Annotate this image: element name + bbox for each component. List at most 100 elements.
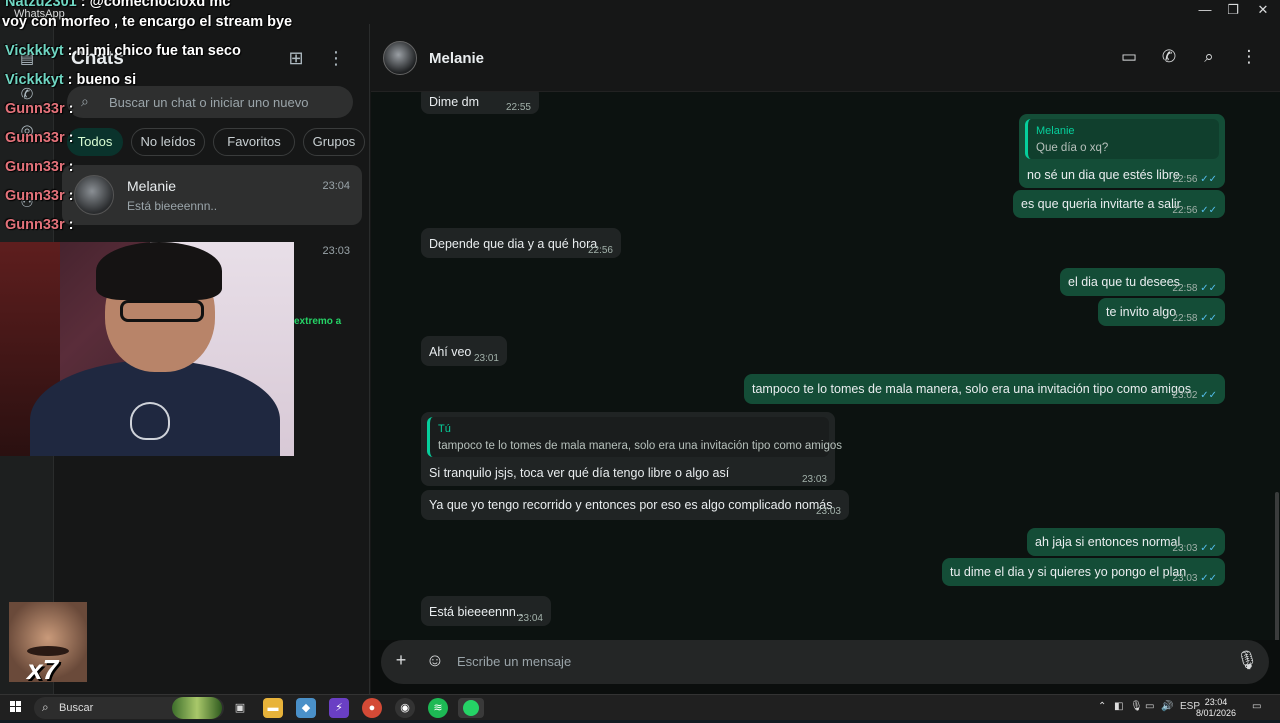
close-window-button[interactable]: ✕ [1246, 2, 1280, 18]
read-receipt-icon: ✓✓ [1197, 313, 1217, 324]
tray-mic-icon[interactable]: 🎙 [1130, 701, 1143, 712]
filter-favorites[interactable]: Favoritos [213, 128, 295, 156]
message-time: 23:01 [473, 353, 499, 364]
filter-all[interactable]: Todos [67, 128, 123, 156]
status-nav-icon[interactable]: ◎ [18, 122, 36, 140]
spotify-icon[interactable]: ≋ [428, 698, 448, 718]
taskbar-search[interactable]: ⌕ Buscar [34, 697, 224, 719]
chat-preview: Está bieeeennn.. [127, 199, 218, 213]
microphone-icon[interactable]: 🎙 [1235, 650, 1259, 671]
windows-taskbar: ⌕ Buscar ▣ ▬ ◆ ⚡ ● ◉ ≋ ⌃ ◧ 🎙 ▭ 🔊 ESP 23:… [0, 694, 1280, 720]
filter-unread[interactable]: No leídos [131, 128, 205, 156]
partial-preview-text: extremo a [294, 316, 342, 327]
read-receipt-icon: ✓✓ [1197, 573, 1217, 584]
chat-search-input[interactable]: ⌕ Buscar un chat o iniciar uno nuevo [67, 86, 353, 118]
message-bubble[interactable]: el dia que tu desees 22:58 ✓✓ [1060, 268, 1225, 296]
message-bubble[interactable]: Ahí veo 23:01 [421, 336, 507, 366]
message-bubble[interactable]: ah jaja si entonces normal 23:03 ✓✓ [1027, 528, 1225, 556]
avatar [74, 175, 114, 215]
read-receipt-icon: ✓✓ [1197, 543, 1217, 554]
tray-app-icon[interactable]: ◧ [1114, 701, 1123, 712]
message-bubble[interactable]: tu dime el dia y si quieres yo pongo el … [942, 558, 1225, 586]
shirt-logo [130, 402, 170, 440]
message-time: 23:02 ✓✓ [1172, 390, 1217, 401]
search-placeholder: Buscar un chat o iniciar uno nuevo [109, 95, 309, 110]
message-text: el dia que tu desees [1068, 275, 1180, 289]
streamer-webcam [0, 242, 294, 456]
read-receipt-icon: ✓✓ [1197, 174, 1217, 185]
clock-date: 8/01/2026 [1196, 708, 1237, 718]
video-call-icon[interactable]: ▭ [1117, 47, 1141, 69]
calls-nav-icon[interactable]: ✆ [18, 86, 36, 104]
quoted-author: Melanie [1036, 125, 1075, 137]
message-bubble[interactable]: te invito algo 22:58 ✓✓ [1098, 298, 1225, 326]
quoted-message[interactable]: Tú tampoco te lo tomes de mala manera, s… [427, 417, 842, 457]
search-icon[interactable]: ⌕ [1197, 47, 1221, 69]
voice-call-icon[interactable]: ✆ [1157, 47, 1181, 69]
app-icon[interactable]: ⚡ [329, 698, 349, 718]
search-highlight-image [172, 697, 222, 719]
windows-start-icon[interactable] [10, 701, 22, 713]
message-time: 23:04 [517, 613, 543, 624]
tray-volume-icon[interactable]: 🔊 [1161, 701, 1173, 712]
message-bubble[interactable]: tampoco te lo tomes de mala manera, solo… [744, 374, 1225, 404]
read-receipt-icon: ✓✓ [1197, 390, 1217, 401]
more-vert-icon[interactable]: ⋮ [1237, 47, 1261, 69]
message-bubble[interactable]: Tú tampoco te lo tomes de mala manera, s… [421, 412, 842, 486]
message-text: Dime dm [429, 95, 480, 109]
message-text: es que queria invitarte a salir [1021, 197, 1181, 211]
message-list: Dime dm 22:55 Melanie Que día o xq? no s… [371, 92, 1280, 640]
chat-name: Melanie [127, 178, 177, 194]
chrome-icon[interactable]: ● [362, 698, 382, 718]
chats-nav-icon[interactable]: ▤ [18, 50, 36, 68]
chat-time: 23:03 [322, 245, 350, 257]
message-text: Si tranquilo jsjs, toca ver qué día teng… [429, 466, 730, 480]
message-text: Ya que yo tengo recorrido y entonces por… [429, 498, 833, 512]
conversation-header: Melanie ▭ ✆ ⌕ ⋮ [371, 24, 1280, 92]
search-icon: ⌕ [42, 700, 49, 714]
message-scrollbar[interactable] [1275, 492, 1279, 640]
new-chat-icon[interactable]: ⊞ [285, 48, 307, 69]
app-title: WhatsApp [14, 8, 65, 20]
communities-nav-icon[interactable]: ⚇ [18, 194, 36, 212]
webcam-hair [96, 242, 222, 300]
more-vert-icon[interactable]: ⋮ [325, 48, 347, 69]
obs-icon[interactable]: ◉ [395, 698, 415, 718]
message-text: tu dime el dia y si quieres yo pongo el … [950, 565, 1187, 579]
chat-time: 23:04 [322, 180, 350, 192]
chat-item-melanie[interactable]: Melanie Está bieeeennn.. 23:04 [62, 165, 362, 225]
app-icon[interactable]: ◆ [296, 698, 316, 718]
emote-overlay: x7 [9, 602, 87, 682]
channels-nav-icon[interactable]: ◌ [18, 158, 36, 176]
message-bubble[interactable]: Dime dm 22:55 [421, 92, 539, 114]
task-view-icon[interactable]: ▣ [230, 698, 250, 718]
notifications-icon[interactable]: ▭ [1252, 701, 1261, 712]
message-input[interactable]: Escribe un mensaje [457, 654, 571, 669]
message-bubble[interactable]: Ya que yo tengo recorrido y entonces por… [421, 490, 849, 520]
message-time: 22:56 ✓✓ [1172, 205, 1217, 216]
taskbar-clock[interactable]: 23:04 8/01/2026 [1196, 697, 1236, 719]
message-bubble[interactable]: es que queria invitarte a salir 22:56 ✓✓ [1013, 190, 1225, 218]
tray-chevron-icon[interactable]: ⌃ [1098, 701, 1106, 712]
tray-network-icon[interactable]: ▭ [1145, 701, 1154, 712]
message-text: tampoco te lo tomes de mala manera, solo… [752, 382, 1192, 396]
contact-name[interactable]: Melanie [429, 50, 484, 67]
file-explorer-icon[interactable]: ▬ [263, 698, 283, 718]
message-time: 23:03 ✓✓ [1172, 543, 1217, 554]
message-bubble[interactable]: Melanie Que día o xq? no sé un dia que e… [1019, 114, 1225, 188]
sticker-emoji-icon[interactable]: ☺ [423, 650, 447, 671]
maximize-button[interactable]: ❐ [1216, 2, 1250, 18]
title-bar: WhatsApp — ❐ ✕ [0, 0, 1280, 24]
message-bubble[interactable]: Está bieeeennn.. 23:04 [421, 596, 551, 626]
quoted-message[interactable]: Melanie Que día o xq? [1025, 119, 1219, 159]
read-receipt-icon: ✓✓ [1197, 205, 1217, 216]
panel-title: Chats [71, 48, 124, 69]
message-time: 23:03 [815, 506, 841, 517]
whatsapp-taskbar-icon[interactable] [458, 698, 484, 718]
filter-groups[interactable]: Grupos [303, 128, 365, 156]
message-text: te invito algo [1106, 305, 1177, 319]
contact-avatar[interactable] [383, 41, 417, 75]
message-bubble[interactable]: Depende que dia y a qué hora 22:56 [421, 228, 621, 258]
attach-plus-icon[interactable]: + [389, 650, 413, 671]
message-time: 23:03 ✓✓ [1172, 573, 1217, 584]
